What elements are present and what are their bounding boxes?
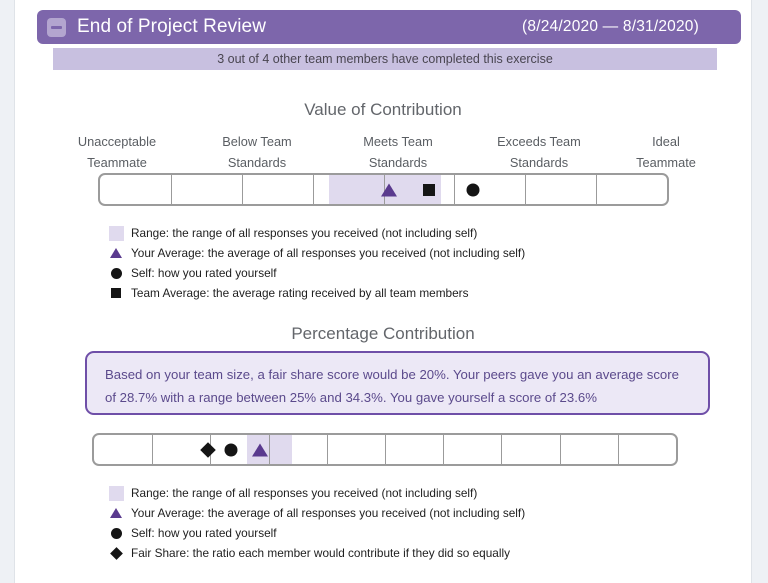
page-content-area: End of Project Review (8/24/2020 — 8/31/… [14,0,752,583]
value-of-contribution-bar [98,173,669,206]
legend-label: Range: the range of all responses you re… [131,486,478,500]
legend-item-self: Self: how you rated yourself [15,523,525,543]
scale-label-below-team: Below Team Standards [192,131,322,173]
legend-label: Team Average: the average rating receive… [131,286,469,300]
page-title: End of Project Review [77,16,267,37]
diamond-marker-icon [107,546,125,560]
percentage-info-box: Based on your team size, a fair share sc… [85,351,710,415]
legend-label: Your Average: the average of all respons… [131,246,526,260]
triangle-marker-icon [107,248,125,258]
scale-label-ideal: Ideal Teammate [601,131,731,173]
legend-label: Your Average: the average of all respons… [131,506,526,520]
self-marker [466,183,480,196]
legend-label: Fair Share: the ratio each member would … [131,546,511,560]
triangle-marker-icon [107,508,125,518]
scale-label-line1: Exceeds Team [497,134,581,149]
range-swatch-icon [107,225,125,241]
legend-item-your-average: Your Average: the average of all respons… [15,503,525,523]
your-average-marker [251,443,268,456]
percentage-contribution-bar [92,433,678,466]
scale-label-line2: Teammate [636,155,696,170]
value-scale-labels: Unacceptable Teammate Below Team Standar… [15,131,753,173]
scale-label-line2: Standards [509,155,569,170]
scale-label-line1: Meets Team [363,134,433,149]
scale-label-line1: Unacceptable [77,134,157,149]
legend-label: Range: the range of all responses you re… [131,226,478,240]
completion-status-text: 3 out of 4 other team members have compl… [217,52,553,66]
scale-label-line1: Below Team [222,134,292,149]
completion-status-bar: 3 out of 4 other team members have compl… [53,48,717,70]
scale-label-line1: Ideal [652,134,680,149]
legend-item-range: Range: the range of all responses you re… [15,483,525,503]
scale-label-line2: Standards [227,155,287,170]
scale-label-unacceptable: Unacceptable Teammate [52,131,182,173]
scale-label-meets-team: Meets Team Standards [333,131,463,173]
circle-marker-icon [107,267,125,279]
percentage-info-text: Based on your team size, a fair share sc… [105,367,679,405]
section-title-percentage-contribution: Percentage Contribution [291,324,475,343]
circle-marker-icon [107,527,125,539]
legend-item-fair-share: Fair Share: the ratio each member would … [15,543,525,563]
self-marker [224,443,238,456]
legend-item-range: Range: the range of all responses you re… [15,223,525,243]
your-average-marker [380,183,397,196]
team-average-marker [422,183,435,196]
header-date-range: (8/24/2020 — 8/31/2020) [522,18,699,35]
section-title-value-of-contribution: Value of Contribution [304,100,462,119]
scale-label-line2: Standards [368,155,428,170]
card-header[interactable]: End of Project Review (8/24/2020 — 8/31/… [37,10,741,44]
percentage-legend: Range: the range of all responses you re… [15,483,525,563]
legend-label: Self: how you rated yourself [131,266,277,280]
scale-label-exceeds-team: Exceeds Team Standards [474,131,604,173]
value-legend: Range: the range of all responses you re… [15,223,525,303]
bar-cell-dividers [94,435,676,464]
range-swatch-icon [107,485,125,501]
scale-label-line2: Teammate [87,155,147,170]
square-marker-icon [107,288,125,298]
legend-item-self: Self: how you rated yourself [15,263,525,283]
legend-item-your-average: Your Average: the average of all respons… [15,243,525,263]
legend-item-team-average: Team Average: the average rating receive… [15,283,525,303]
legend-label: Self: how you rated yourself [131,526,277,540]
minus-icon[interactable] [47,17,66,37]
